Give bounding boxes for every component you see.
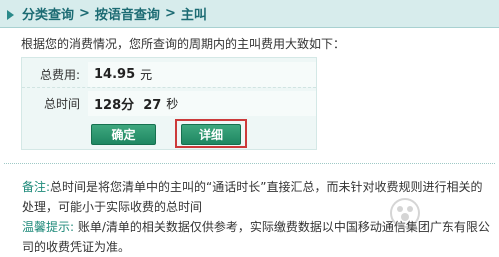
detail-button[interactable]: 详细 (181, 124, 241, 145)
tip-key: 温馨提示: (22, 220, 75, 234)
breadcrumb: 分类查询 > 按语音查询 > 主叫 (0, 0, 499, 28)
total-time-row: 总时间 128分 27 秒 (22, 90, 316, 117)
total-fee-label: 总费用: (39, 67, 80, 82)
remark-note: 备注:总时间是将您清单中的主叫的“通话时长”直接汇总，而未针对收费规则进行相关的… (22, 177, 492, 217)
tip-note: 温馨提示: 账单/清单的相关数据仅供参考，实际缴费数据以中国移动通信集团广东有限… (22, 217, 492, 257)
remark-text: 总时间是将您清单中的主叫的“通话时长”直接汇总，而未针对收费规则进行相关的处理，… (22, 180, 483, 214)
page: 分类查询 > 按语音查询 > 主叫 根据您的消费情况，您所查询的周期内的主叫费用… (0, 0, 499, 257)
total-time-label: 总时间 (43, 97, 80, 111)
tip-text: 账单/清单的相关数据仅供参考，实际缴费数据以中国移动通信集团广东有限公司的收费凭… (22, 220, 490, 254)
summary-panel: 总费用: 14.95 元 总时间 128分 27 秒 确定 详细 (21, 57, 317, 150)
breadcrumb-separator: > (79, 6, 90, 21)
total-fee-row: 总费用: 14.95 元 (22, 61, 316, 88)
total-time-value-cell: 128分 27 秒 (88, 91, 316, 116)
confirm-button[interactable]: 确定 (91, 124, 156, 145)
total-fee-value-cell: 14.95 元 (88, 61, 316, 87)
total-fee-unit: 元 (140, 67, 153, 82)
total-time-unit: 秒 (166, 97, 179, 111)
intro-text: 根据您的消费情况，您所查询的周期内的主叫费用大致如下： (21, 37, 346, 51)
breadcrumb-item-caller: 主叫 (180, 8, 207, 23)
total-fee-value: 14.95 (94, 66, 136, 82)
notes: 备注:总时间是将您清单中的主叫的“通话时长”直接汇总，而未针对收费规则进行相关的… (22, 177, 492, 257)
breadcrumb-item-voice[interactable]: 按语音查询 (95, 4, 160, 23)
arrow-icon (6, 8, 18, 20)
breadcrumb-item-category[interactable]: 分类查询 (22, 4, 74, 23)
breadcrumb-separator: > (164, 6, 176, 21)
total-time-value: 128分 27 (94, 98, 162, 113)
remark-key: 备注: (22, 180, 51, 194)
divider (4, 163, 495, 164)
